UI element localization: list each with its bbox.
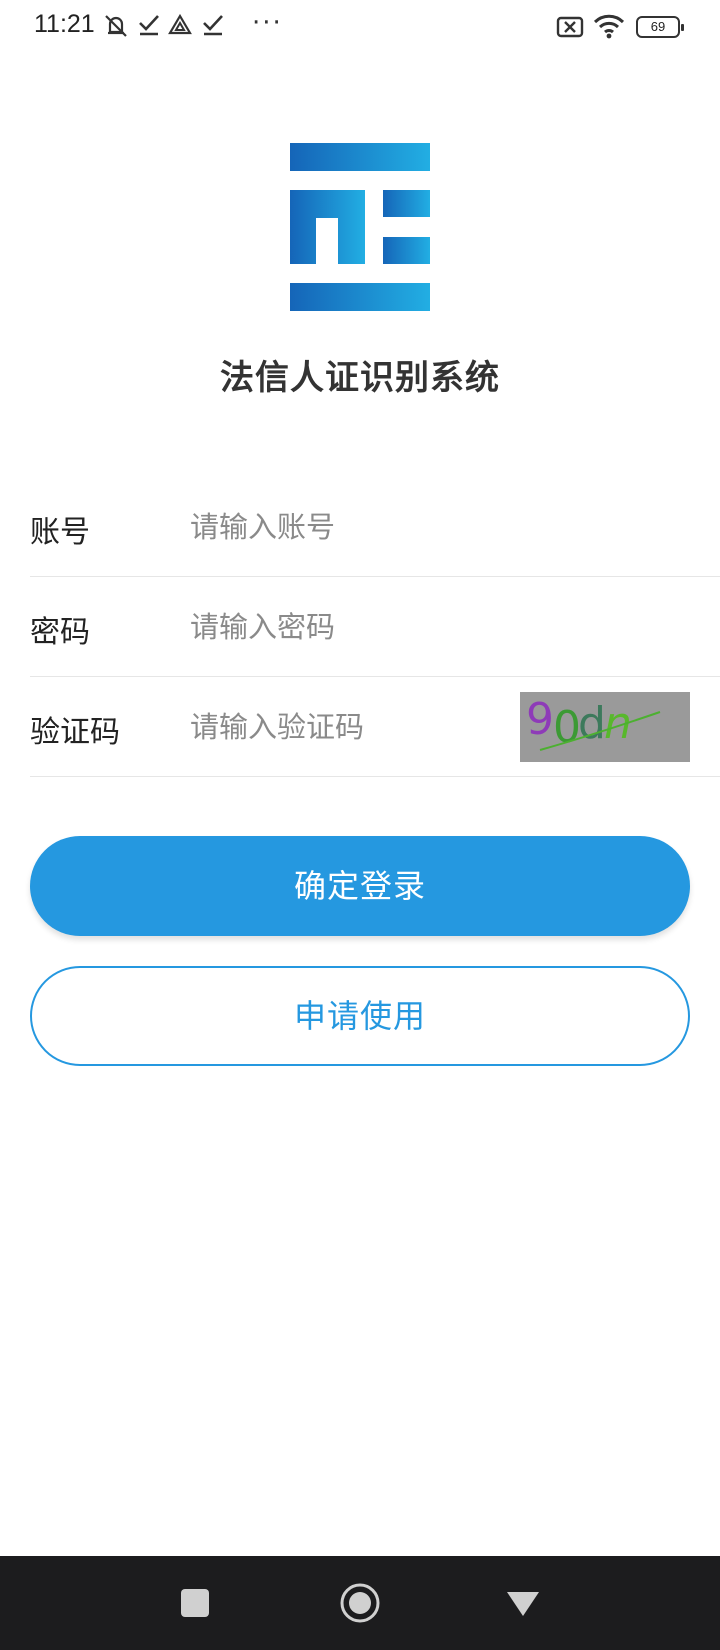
status-time: 11:21 — [34, 10, 95, 38]
recent-apps-button[interactable] — [155, 1556, 235, 1650]
mute-icon — [105, 15, 127, 37]
captcha-image[interactable]: 9 0 d n — [520, 692, 690, 762]
app-title: 法信人证识别系统 — [220, 358, 500, 398]
captcha-noise-line — [539, 711, 661, 751]
password-label: 密码 — [30, 615, 90, 650]
back-icon — [507, 1592, 539, 1616]
captcha-row: 验证码 9 0 d n — [30, 677, 720, 777]
home-button[interactable] — [320, 1556, 400, 1650]
app-logo-icon — [290, 143, 430, 311]
wifi-icon — [593, 14, 625, 39]
close-box-icon — [556, 16, 584, 38]
navigation-bar — [0, 1556, 720, 1650]
recent-apps-icon — [181, 1589, 209, 1617]
account-row: 账号 — [30, 477, 720, 577]
check-icon — [139, 15, 159, 36]
account-label: 账号 — [30, 515, 90, 550]
login-button[interactable]: 确定登录 — [30, 836, 690, 936]
back-button[interactable] — [483, 1556, 563, 1650]
captcha-input[interactable] — [190, 699, 490, 755]
status-bar: 11:21 ··· 69 — [0, 0, 720, 56]
password-input[interactable] — [190, 599, 530, 655]
account-input[interactable] — [190, 499, 530, 555]
more-icon: ··· — [252, 8, 283, 38]
password-row: 密码 — [30, 577, 720, 677]
apply-button[interactable]: 申请使用 — [30, 966, 690, 1066]
drive-icon — [168, 13, 192, 35]
check-icon — [203, 15, 223, 36]
battery-icon: 69 — [636, 16, 684, 38]
captcha-label: 验证码 — [30, 715, 120, 750]
home-icon — [340, 1583, 380, 1623]
